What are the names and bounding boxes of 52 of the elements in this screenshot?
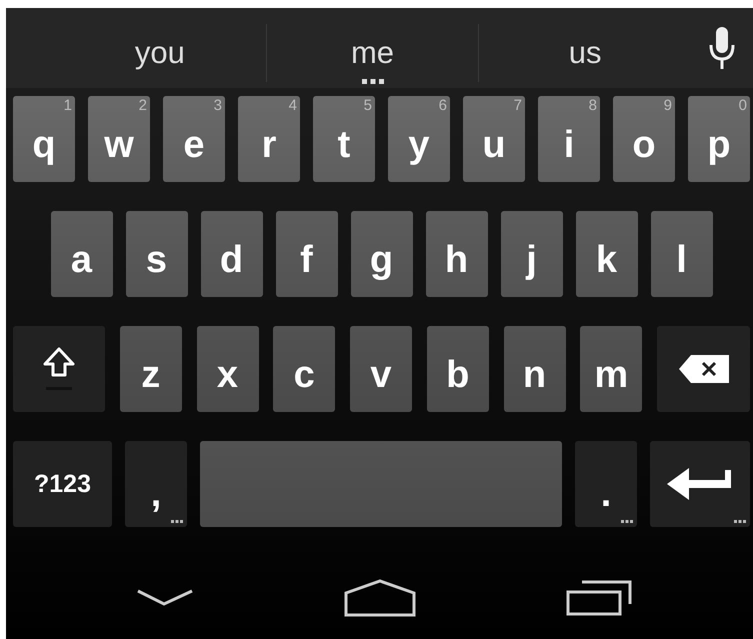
keyboard-key[interactable]: 1 q [13, 96, 75, 182]
suggestion-word[interactable]: me [350, 35, 394, 71]
keyboard-key[interactable]: d [200, 211, 262, 297]
enter-key[interactable] [650, 441, 750, 527]
key-hint: 7 [514, 98, 522, 114]
keyboard-key[interactable]: 6 y [388, 96, 450, 182]
keyboard-key[interactable]: 3 e [163, 96, 225, 182]
key-hint: 2 [138, 98, 147, 114]
keyboard-key[interactable]: a [50, 211, 112, 297]
keyboard-key[interactable]: c [273, 326, 336, 412]
keyboard-key[interactable]: h [426, 211, 488, 297]
keyboard-key[interactable]: 5 t [313, 96, 375, 182]
keyboard-key[interactable]: . [575, 441, 637, 527]
key-hint: 0 [738, 98, 747, 114]
keyboard-key[interactable]: ?123 [13, 441, 112, 527]
key-hint: 4 [288, 98, 297, 114]
recents-icon[interactable] [566, 580, 634, 616]
suggestion-word[interactable]: you [134, 35, 185, 71]
keyboard-key[interactable]: l [650, 211, 712, 297]
keyboard-key[interactable]: , [125, 441, 187, 527]
keyboard-key[interactable]: 9 o [613, 96, 675, 182]
suggestion-word[interactable]: us [568, 35, 602, 71]
key-hint: 5 [364, 98, 372, 114]
keyboard-key[interactable]: 4 r [238, 96, 300, 182]
keyboard-key[interactable]: m [580, 326, 642, 412]
keyboard-key[interactable]: 8 i [538, 96, 600, 182]
keyboard-key[interactable]: 7 u [463, 96, 525, 182]
key-hint: 1 [64, 98, 72, 114]
keyboard-key[interactable]: x [196, 326, 258, 412]
keyboard-key[interactable]: b [426, 326, 489, 412]
shift-icon [43, 347, 75, 391]
key-hint: 9 [664, 98, 672, 114]
keyboard-key[interactable]: g [350, 211, 412, 297]
shift-key[interactable] [13, 326, 105, 412]
back-chevron-icon[interactable] [136, 589, 194, 607]
keyboard-key[interactable]: 2 w [88, 96, 150, 182]
backspace-icon [678, 355, 728, 383]
microphone-icon[interactable] [709, 27, 735, 69]
keyboard-key[interactable]: v [350, 326, 412, 412]
keyboard-key[interactable]: z [120, 326, 182, 412]
keyboard-key[interactable]: k [576, 211, 638, 297]
keyboard-key[interactable]: f [276, 211, 338, 297]
keyboard-key[interactable]: s [126, 211, 188, 297]
delete-key[interactable] [657, 326, 750, 412]
home-icon[interactable] [344, 579, 416, 617]
keyboard-key[interactable]: j [500, 211, 562, 297]
key-hint: 3 [214, 98, 222, 114]
key-hint: 8 [588, 98, 597, 114]
enter-icon [667, 466, 733, 502]
key-hint: 6 [438, 98, 447, 114]
keyboard-key[interactable]: n [504, 326, 566, 412]
keyboard-key[interactable]: 0 p [688, 96, 750, 182]
